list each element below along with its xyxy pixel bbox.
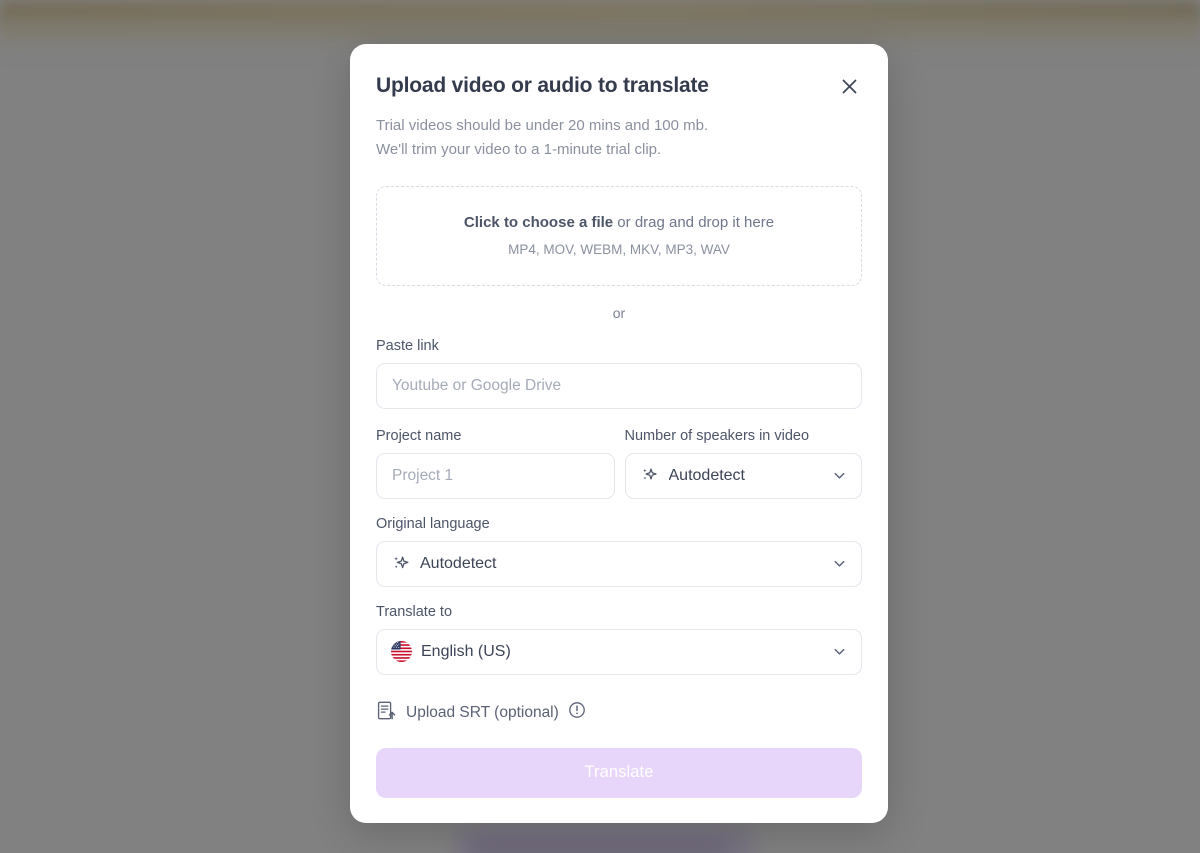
speakers-group: Number of speakers in video Autodetect: [624, 427, 862, 499]
speakers-value: Autodetect: [668, 466, 746, 484]
or-separator: or: [612, 304, 626, 321]
document-upload-icon: [376, 700, 397, 726]
modal-subtitle: Trial videos should be under 20 mins and…: [376, 114, 862, 163]
page-title: Upload video or audio to translate: [376, 74, 709, 97]
close-button[interactable]: [834, 71, 864, 101]
paste-link-input[interactable]: [376, 362, 862, 409]
original-language-select[interactable]: Autodetect: [376, 540, 862, 587]
upload-srt-label: Upload SRT (optional): [406, 703, 559, 721]
modal-header: Upload video or audio to translate: [376, 44, 862, 101]
project-name-label: Project name: [376, 427, 462, 444]
translate-button[interactable]: Translate: [376, 747, 862, 798]
project-and-speakers-row: Project name Number of speakers in video…: [376, 428, 862, 499]
close-icon: [842, 79, 856, 93]
chevron-down-icon: [829, 466, 849, 486]
translate-to-value: English (US): [421, 642, 511, 660]
dropzone-action-text: Click to choose a file: [463, 214, 614, 232]
original-language-group: Original language Autodetect: [376, 516, 862, 587]
original-language-value: Autodetect: [420, 554, 497, 572]
chevron-down-icon: [829, 554, 849, 574]
chevron-down-icon: [829, 642, 849, 662]
translate-to-label: Translate to: [376, 603, 453, 620]
sparkle-icon: [391, 554, 411, 574]
project-name-input[interactable]: [376, 452, 615, 499]
paste-link-group: Paste link: [376, 338, 862, 409]
dropzone-formats: MP4, MOV, WEBM, MKV, MP3, WAV: [508, 242, 730, 258]
file-dropzone[interactable]: Click to choose a file or drag and drop …: [376, 185, 862, 286]
original-language-label: Original language: [376, 515, 490, 532]
upload-modal: Upload video or audio to translate Trial…: [350, 44, 888, 823]
translate-to-select[interactable]: English (US): [376, 628, 862, 675]
upload-srt-row[interactable]: Upload SRT (optional): [376, 700, 862, 726]
translate-to-group: Translate to English (US): [376, 604, 862, 675]
subtitle-line-2: We'll trim your video to a 1-minute tria…: [376, 141, 662, 159]
page-root: Upload video or audio to translate Trial…: [0, 0, 1200, 853]
sparkle-icon: [640, 466, 660, 486]
paste-link-label: Paste link: [376, 337, 439, 354]
dropzone-instruction: Click to choose a file or drag and drop …: [464, 214, 774, 231]
speakers-select[interactable]: Autodetect: [624, 452, 862, 499]
blurred-background-element-secondary: [470, 838, 730, 853]
project-name-group: Project name: [376, 428, 615, 499]
dropzone-rest-text: or drag and drop it here: [613, 214, 775, 232]
info-circle-icon[interactable]: [568, 701, 586, 724]
flag-us-icon: [391, 641, 412, 663]
subtitle-line-1: Trial videos should be under 20 mins and…: [376, 117, 709, 134]
speakers-label: Number of speakers in video: [624, 427, 810, 444]
